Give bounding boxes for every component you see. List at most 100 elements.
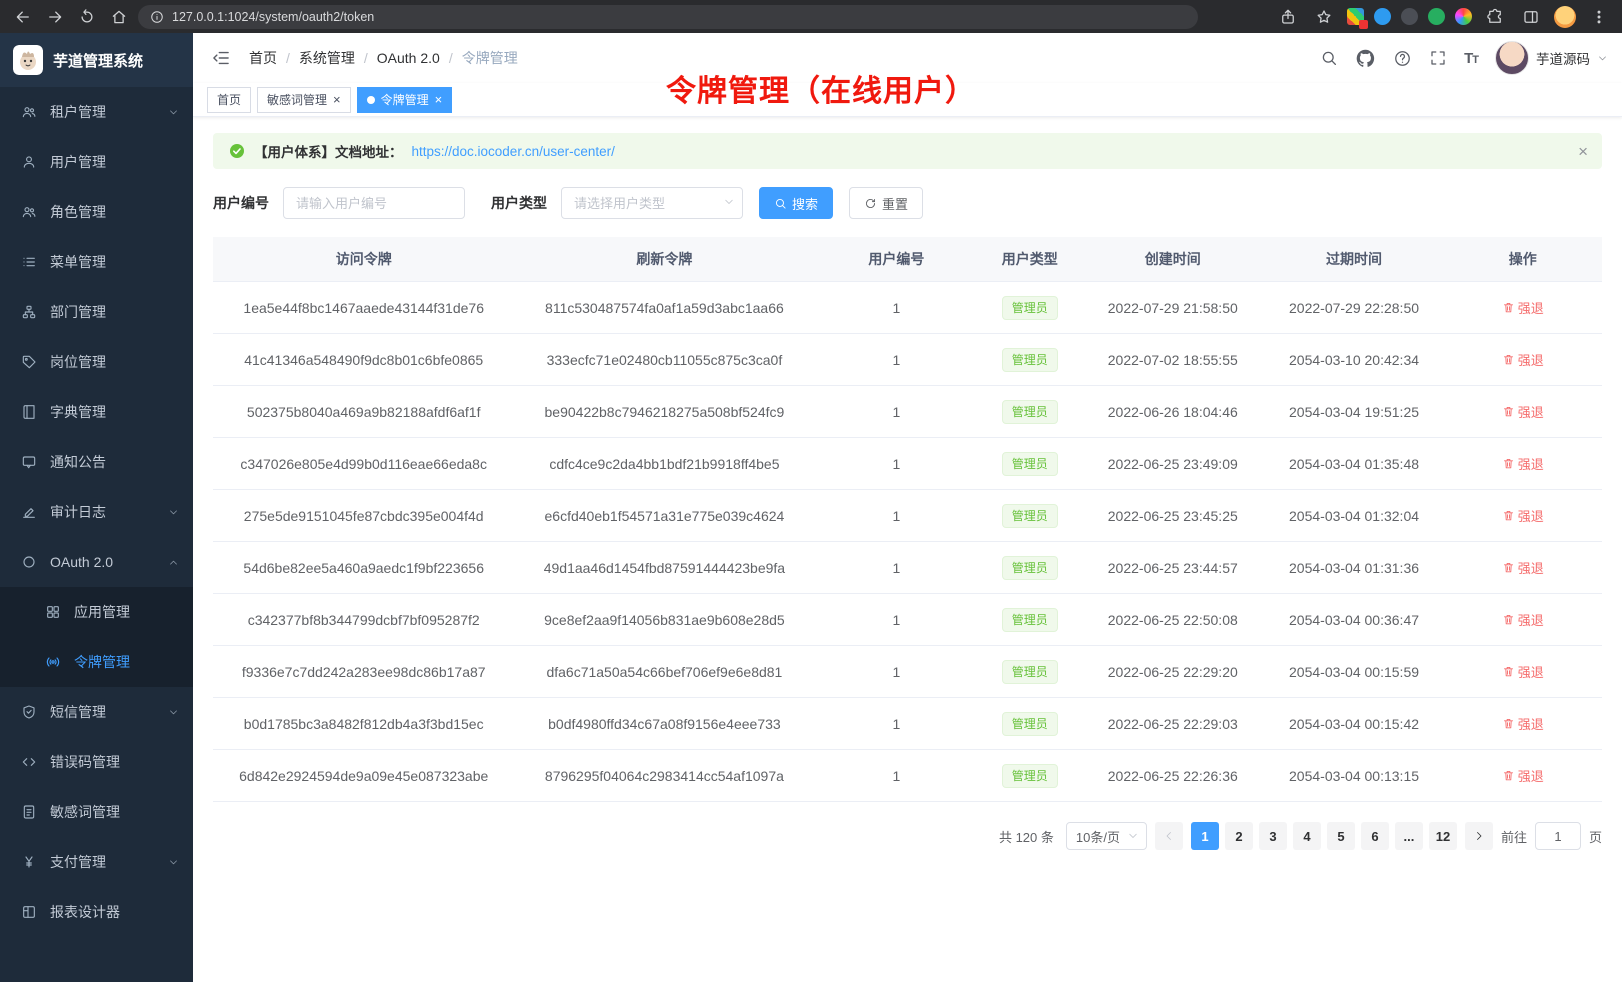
force-logout-button[interactable]: 强退 [1502,558,1544,577]
page-button[interactable]: 2 [1225,822,1253,850]
breadcrumb-item[interactable]: OAuth 2.0 [377,50,440,66]
breadcrumb-item[interactable]: 系统管理 [299,48,355,68]
sidebar-item-post[interactable]: 岗位管理 [0,337,193,387]
prev-page-button[interactable] [1155,822,1183,850]
page-button[interactable]: 5 [1327,822,1355,850]
extension-icon[interactable] [1428,8,1445,25]
force-logout-button[interactable]: 强退 [1502,714,1544,733]
address-bar[interactable]: 127.0.0.1:1024/system/oauth2/token [138,5,1198,29]
next-page-button[interactable] [1465,822,1493,850]
list-icon [20,253,38,271]
side-panel-icon[interactable] [1518,4,1544,30]
goto-page-input[interactable] [1535,822,1581,850]
extension-icon[interactable] [1374,8,1391,25]
column-header: 用户类型 [978,237,1081,282]
help-icon[interactable] [1393,49,1412,68]
sidebar-item-role[interactable]: 角色管理 [0,187,193,237]
access-token-cell: 275e5de9151045fe87cbdc395e004f4d [213,490,514,542]
access-token-cell: 1ea5e44f8bc1467aaede43144f31de76 [213,282,514,334]
info-icon[interactable] [150,10,164,24]
github-icon[interactable] [1355,48,1376,69]
force-logout-button[interactable]: 强退 [1502,402,1544,421]
share-icon[interactable] [1275,4,1301,30]
user-id-cell: 1 [814,698,978,750]
alert-close-icon[interactable]: × [1578,143,1588,160]
sidebar-item-sms[interactable]: 短信管理 [0,687,193,737]
sidebar-item-oauth2-app[interactable]: 应用管理 [0,587,193,637]
sidebar-item-report-designer[interactable]: 报表设计器 [0,887,193,937]
tab-close-icon[interactable]: × [435,93,443,106]
sidebar-fold-icon[interactable] [207,44,235,72]
force-logout-button[interactable]: 强退 [1502,610,1544,629]
shield-icon [20,703,38,721]
sidebar-item-user[interactable]: 用户管理 [0,137,193,187]
sidebar-item-oauth2[interactable]: OAuth 2.0 [0,537,193,587]
sidebar-item-menu[interactable]: 菜单管理 [0,237,193,287]
sidebar-item-error-code[interactable]: 错误码管理 [0,737,193,787]
forward-button[interactable] [42,4,68,30]
user-type-badge: 管理员 [1002,348,1058,372]
home-button[interactable] [106,4,132,30]
font-size-icon[interactable]: TT [1464,50,1478,67]
delete-icon [1502,613,1515,626]
user-type-select-input[interactable] [561,187,743,219]
breadcrumb-item[interactable]: 首页 [249,48,277,68]
page-button[interactable]: 4 [1293,822,1321,850]
page-button[interactable]: 12 [1429,822,1457,850]
sidebar-item-notice[interactable]: 通知公告 [0,437,193,487]
user-type-select[interactable] [561,187,743,219]
refresh-token-cell: 333ecfc71e02480cb11055c875c3ca0f [514,334,814,386]
extensions-puzzle-icon[interactable] [1482,4,1508,30]
extension-icon[interactable] [1401,8,1418,25]
force-logout-button[interactable]: 强退 [1502,454,1544,473]
reset-button[interactable]: 重置 [849,187,923,219]
breadcrumb-separator: / [364,50,368,66]
force-logout-button[interactable]: 强退 [1502,662,1544,681]
refresh-token-cell: 8796295f04064c2983414cc54af1097a [514,750,814,802]
alert-link[interactable]: https://doc.iocoder.cn/user-center/ [412,144,615,159]
refresh-token-cell: 811c530487574fa0af1a59d3abc1aa66 [514,282,814,334]
page-button[interactable]: 6 [1361,822,1389,850]
search-icon[interactable] [1320,49,1338,67]
search-button[interactable]: 搜索 [759,187,833,219]
page-size-select[interactable]: 10条/页 [1066,822,1147,850]
app-logo[interactable]: 芋道管理系统 [0,33,193,87]
fullscreen-icon[interactable] [1429,49,1447,67]
back-button[interactable] [10,4,36,30]
force-logout-button[interactable]: 强退 [1502,350,1544,369]
tab-sensitive-word[interactable]: 敏感词管理× [257,87,351,113]
sidebar-item-pay[interactable]: 支付管理 [0,837,193,887]
expire-time-cell: 2054-03-04 00:13:15 [1264,750,1443,802]
page-more-button[interactable]: ... [1395,822,1423,850]
tab-token[interactable]: 令牌管理× [357,87,453,113]
tab-home[interactable]: 首页 [207,87,251,113]
browser-profile-avatar[interactable] [1554,6,1576,28]
tab-close-icon[interactable]: × [333,93,341,106]
sidebar-item-audit-log[interactable]: 审计日志 [0,487,193,537]
user-id-input[interactable] [283,187,465,219]
force-logout-button[interactable]: 强退 [1502,298,1544,317]
table-row: 6d842e2924594de9a09e45e087323abe8796295f… [213,750,1602,802]
sidebar-item-oauth2-token[interactable]: 令牌管理 [0,637,193,687]
extension-icon[interactable] [1347,8,1364,25]
reload-button[interactable] [74,4,100,30]
sidebar-item-dict[interactable]: 字典管理 [0,387,193,437]
browser-menu-icon[interactable] [1586,4,1612,30]
sidebar-item-label: 通知公告 [50,452,106,472]
sidebar-item-dept[interactable]: 部门管理 [0,287,193,337]
pagination-pages: 123456...12 [1191,822,1457,850]
user-menu[interactable]: 芋道源码 [1495,41,1608,75]
expire-time-cell: 2054-03-04 00:36:47 [1264,594,1443,646]
page-button[interactable]: 1 [1191,822,1219,850]
sidebar-item-sensitive-word[interactable]: 敏感词管理 [0,787,193,837]
force-logout-button[interactable]: 强退 [1502,506,1544,525]
sidebar-item-tenant[interactable]: 租户管理 [0,87,193,137]
tree-icon [20,303,38,321]
access-token-cell: c347026e805e4d99b0d116eae66eda8c [213,438,514,490]
filter-bar: 用户编号 用户类型 搜索 重置 [213,187,1602,219]
page-button[interactable]: 3 [1259,822,1287,850]
force-logout-button[interactable]: 强退 [1502,766,1544,785]
person-icon [20,153,38,171]
extension-icon[interactable] [1455,8,1472,25]
bookmark-star-icon[interactable] [1311,4,1337,30]
